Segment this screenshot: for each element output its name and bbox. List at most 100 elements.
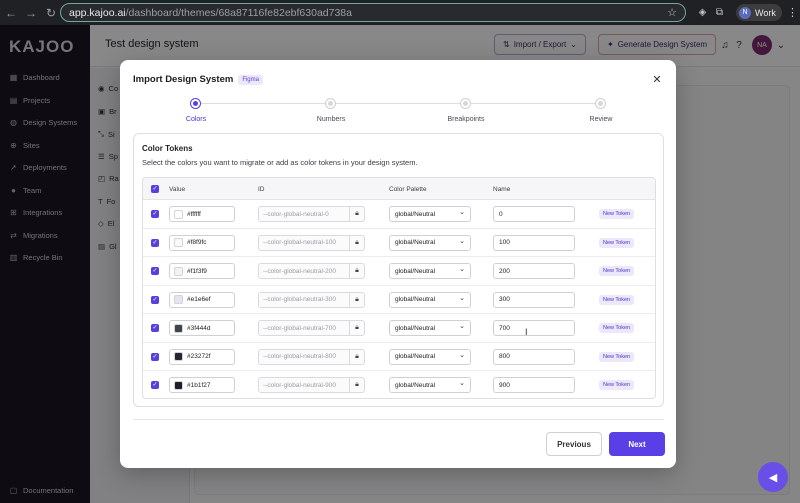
color-swatch xyxy=(174,266,183,276)
id-field: --color-global-neutral-900 🔒︎ xyxy=(258,377,365,393)
new-token-badge: New Token xyxy=(599,294,635,305)
row-checkbox[interactable]: ✓ xyxy=(151,324,159,332)
lock-icon[interactable]: 🔒︎ xyxy=(349,207,364,221)
lock-icon[interactable]: 🔒︎ xyxy=(349,321,364,335)
address-bar[interactable]: app.kajoo.ai/dashboard/themes/68a87116fe… xyxy=(60,3,686,22)
palette-select[interactable]: global/Neutral ⌄ xyxy=(389,377,471,393)
lock-icon[interactable]: 🔒︎ xyxy=(349,264,364,278)
lock-icon[interactable]: 🔒︎ xyxy=(349,235,364,250)
id-field: --color-global-neutral-300 🔒︎ xyxy=(258,291,365,308)
id-field: --color-global-neutral-200 🔒︎ xyxy=(258,263,365,279)
palette-select[interactable]: global/Neutral ⌄ xyxy=(389,234,471,251)
extension-icon[interactable]: ◈ xyxy=(695,5,710,20)
stepper-line xyxy=(336,103,465,104)
lock-icon[interactable]: 🔒︎ xyxy=(349,349,364,364)
value-text: #23272f xyxy=(187,353,211,360)
row-checkbox[interactable]: ✓ xyxy=(151,267,159,275)
step-breakpoints-label: Breakpoints xyxy=(447,116,485,123)
palette-select[interactable]: global/Neutral ⌄ xyxy=(389,291,471,308)
color-swatch xyxy=(174,209,183,219)
table-row: ✓ #f8f9fc --color-global-neutral-100 🔒︎ glob… xyxy=(143,229,655,257)
chevron-down-icon: ⌄ xyxy=(459,266,465,273)
browser-menu-icon[interactable]: ⋮ xyxy=(787,6,798,19)
color-swatch xyxy=(174,323,183,333)
color-swatch xyxy=(174,380,183,390)
modal-title: Import Design System Figma xyxy=(133,74,263,85)
puzzle-icon[interactable]: ⧉ xyxy=(712,5,727,20)
value-text: #f8f9fc xyxy=(187,239,207,246)
text-cursor-icon: I xyxy=(525,327,528,337)
reload-icon[interactable]: ↻ xyxy=(42,4,60,22)
close-icon[interactable]: ✕ xyxy=(650,72,664,86)
col-value: Value xyxy=(169,185,186,193)
value-field[interactable]: #3f444d xyxy=(169,320,235,336)
lock-icon[interactable]: 🔒︎ xyxy=(349,292,364,307)
name-field[interactable]: 200 xyxy=(493,263,575,279)
name-field[interactable]: 700 xyxy=(493,320,575,336)
name-text: 0 xyxy=(499,210,503,218)
bookmark-star-icon[interactable]: ☆ xyxy=(667,6,677,19)
announcement-button[interactable]: ◀ xyxy=(758,462,788,492)
lock-icon[interactable]: 🔒︎ xyxy=(349,378,364,392)
name-field[interactable]: 800 xyxy=(493,348,575,365)
value-field[interactable]: #1b1f27 xyxy=(169,377,235,393)
value-field[interactable]: #23272f xyxy=(169,348,235,365)
new-token-badge: New Token xyxy=(599,323,635,333)
next-button[interactable]: Next xyxy=(609,432,665,456)
name-text: 900 xyxy=(499,381,510,389)
row-checkbox[interactable]: ✓ xyxy=(151,295,159,304)
new-token-badge: New Token xyxy=(599,266,635,276)
step-colors-label: Colors xyxy=(185,116,207,123)
palette-text: global/Neutral xyxy=(395,296,436,303)
color-swatch xyxy=(174,295,183,304)
name-text: 200 xyxy=(499,267,510,275)
step-colors-dot[interactable] xyxy=(190,98,201,109)
step-numbers-dot[interactable] xyxy=(325,98,336,109)
palette-select[interactable]: global/Neutral ⌄ xyxy=(389,263,471,279)
previous-button[interactable]: Previous xyxy=(546,432,602,456)
id-text: --color-global-neutral-100 xyxy=(263,239,336,246)
name-field[interactable]: 300 xyxy=(493,291,575,308)
palette-select[interactable]: global/Neutral ⌄ xyxy=(389,348,471,365)
profile-chip[interactable]: N Work xyxy=(736,4,782,21)
id-text: --color-global-neutral-700 xyxy=(263,324,336,332)
id-field: --color-global-neutral-800 🔒︎ xyxy=(258,348,365,365)
panel-title: Color Tokens xyxy=(142,144,193,153)
name-field[interactable]: 0 xyxy=(493,206,575,222)
row-checkbox[interactable]: ✓ xyxy=(151,238,159,247)
value-text: #3f444d xyxy=(187,324,211,332)
palette-text: global/Neutral xyxy=(395,239,436,246)
url-domain: app.kajoo.ai xyxy=(69,6,126,19)
table-row: ✓ #1b1f27 --color-global-neutral-900 🔒︎ glob… xyxy=(143,371,655,398)
stepper-line xyxy=(471,103,595,104)
forward-icon[interactable]: → xyxy=(22,4,40,22)
back-icon[interactable]: ← xyxy=(2,4,20,22)
select-all-checkbox[interactable]: ✓ xyxy=(151,185,159,193)
value-field[interactable]: #ffffff xyxy=(169,206,235,222)
step-review-dot[interactable] xyxy=(595,98,606,109)
id-field: --color-global-neutral-100 🔒︎ xyxy=(258,234,365,251)
value-field[interactable]: #f8f9fc xyxy=(169,234,235,251)
palette-text: global/Neutral xyxy=(395,210,436,218)
step-breakpoints-dot[interactable] xyxy=(460,98,471,109)
value-text: #1b1f27 xyxy=(187,381,211,389)
id-text: --color-global-neutral-200 xyxy=(263,267,336,275)
value-text: #e1e6ef xyxy=(187,296,211,303)
value-field[interactable]: #f1f3f9 xyxy=(169,263,235,279)
table-row: ✓ #ffffff --color-global-neutral-0 🔒︎ global… xyxy=(143,200,655,229)
value-text: #f1f3f9 xyxy=(187,267,207,275)
name-field[interactable]: 900 xyxy=(493,377,575,393)
chevron-down-icon: ⌄ xyxy=(459,323,465,330)
chevron-down-icon: ⌄ xyxy=(459,380,465,387)
megaphone-icon: ◀ xyxy=(768,471,778,484)
name-field[interactable]: 100 xyxy=(493,234,575,251)
row-checkbox[interactable]: ✓ xyxy=(151,352,159,361)
chevron-down-icon: ⌄ xyxy=(459,351,465,359)
palette-select[interactable]: global/Neutral ⌄ xyxy=(389,206,471,222)
new-token-badge: New Token xyxy=(599,351,635,362)
palette-select[interactable]: global/Neutral ⌄ xyxy=(389,320,471,336)
value-text: #ffffff xyxy=(187,210,201,218)
row-checkbox[interactable]: ✓ xyxy=(151,210,159,218)
value-field[interactable]: #e1e6ef xyxy=(169,291,235,308)
row-checkbox[interactable]: ✓ xyxy=(151,381,159,389)
